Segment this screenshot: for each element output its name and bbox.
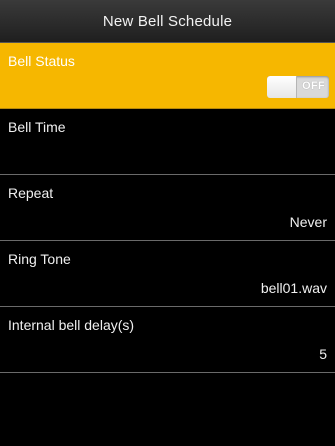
page-title: New Bell Schedule <box>102 12 233 30</box>
toggle-state-text: OFF <box>302 80 325 92</box>
ring-tone-value: bell01.wav <box>260 280 327 296</box>
bell-status-label: Bell Status <box>8 53 75 69</box>
toggle-knob <box>267 76 297 98</box>
menu-item-repeat[interactable]: Repeat Never <box>0 175 335 241</box>
repeat-label: Repeat <box>8 185 54 201</box>
internal-bell-delay-value: 5 <box>319 346 327 362</box>
title-bar: New Bell Schedule <box>0 0 335 43</box>
menu-item-bell-time[interactable]: Bell Time <box>0 109 335 175</box>
device-screen: New Bell Schedule Bell Status OFF Bell T… <box>0 0 335 446</box>
menu-item-bell-status[interactable]: Bell Status OFF <box>0 43 335 109</box>
repeat-value: Never <box>289 214 327 230</box>
menu-item-ring-tone[interactable]: Ring Tone bell01.wav <box>0 241 335 307</box>
bell-status-toggle[interactable]: OFF <box>267 76 329 98</box>
ring-tone-label: Ring Tone <box>8 251 71 267</box>
bell-time-label: Bell Time <box>8 119 66 135</box>
internal-bell-delay-label: Internal bell delay(s) <box>8 317 135 333</box>
menu-item-internal-bell-delay[interactable]: Internal bell delay(s) 5 <box>0 307 335 373</box>
